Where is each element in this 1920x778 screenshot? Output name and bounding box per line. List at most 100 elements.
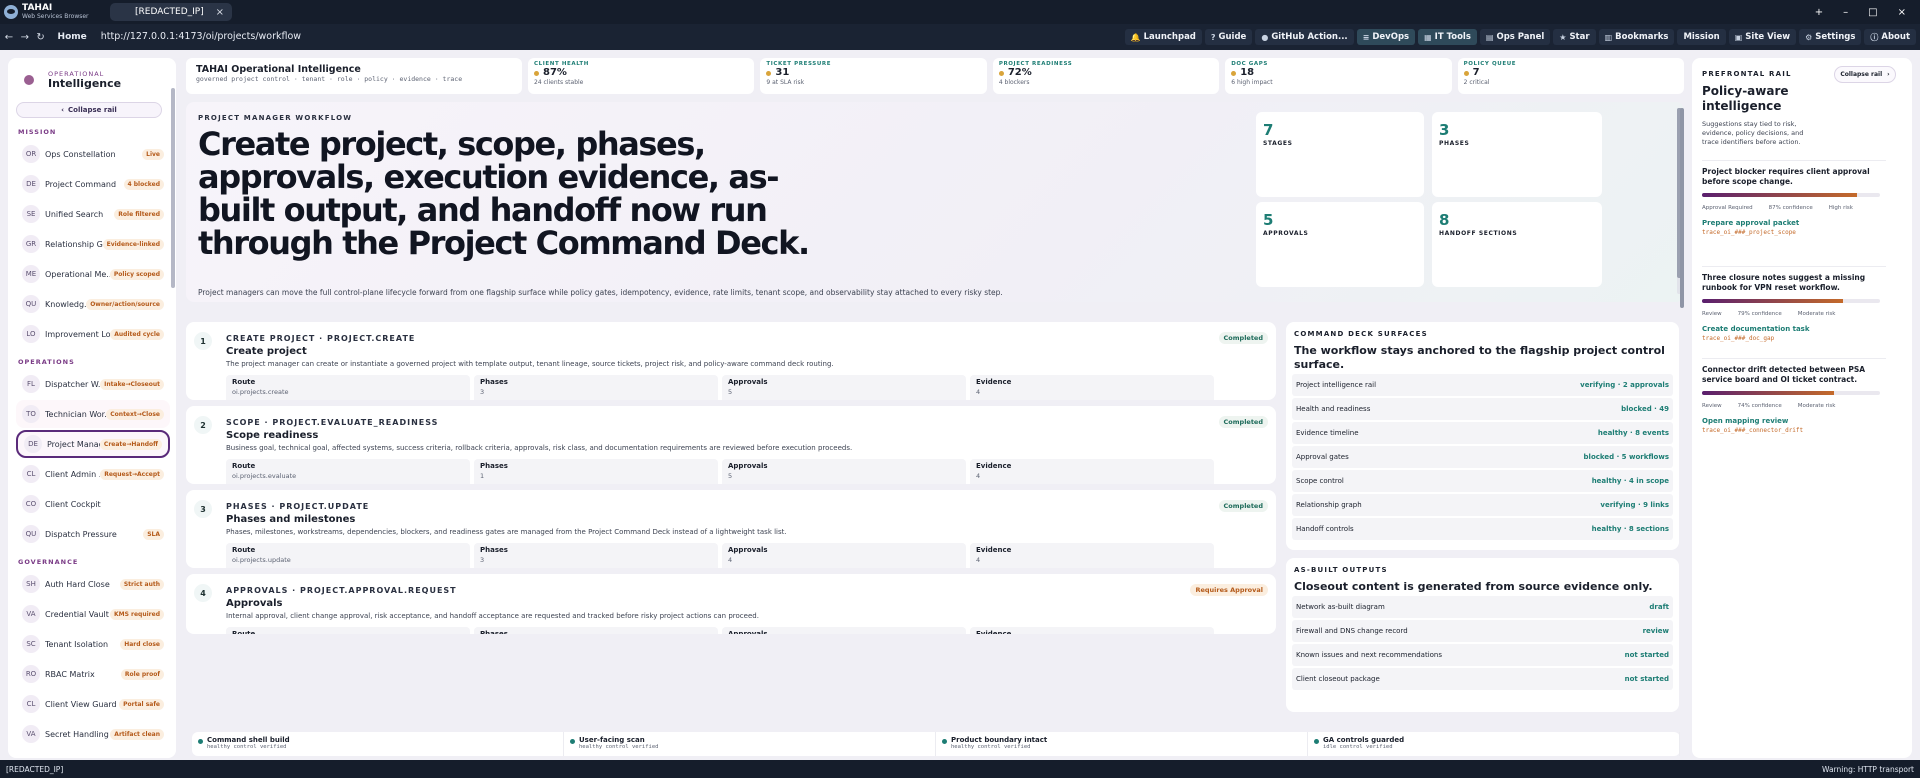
main-scrollbar-thumb[interactable] [1680, 108, 1684, 308]
status-dot [1314, 739, 1319, 744]
forward-icon[interactable]: → [18, 32, 32, 43]
mission-button[interactable]: Mission [1677, 29, 1726, 45]
step-field: Phases 1 [474, 459, 718, 484]
sidebar-item-avatar: SE [22, 205, 40, 223]
sidebar-item-technician-wor[interactable]: TO Technician Wor... Context→Close [16, 400, 170, 428]
sidebar-item-unified-search[interactable]: SE Unified Search Role filtered [16, 200, 170, 228]
sidebar-item-credential-vault[interactable]: VA Credential Vault KMS required [16, 600, 170, 628]
surface-row[interactable]: Evidence timeline healthy · 8 events [1292, 422, 1673, 444]
sidebar-item-dispatcher-w[interactable]: FL Dispatcher W... Intake→Closeout [16, 370, 170, 398]
bell-icon: 🔔 [1130, 32, 1141, 42]
status-badge: Owner/action/source [86, 298, 164, 310]
sidebar-item-operational-me[interactable]: ME Operational Me... Policy scoped [16, 260, 170, 288]
surface-row[interactable]: Approval gates blocked · 5 workflows [1292, 446, 1673, 468]
insight-meta-item: Moderate risk [1797, 403, 1836, 409]
star-button[interactable]: ★ Star [1553, 29, 1596, 45]
sidebar-item-avatar: LO [22, 325, 40, 343]
browser-tab[interactable]: [REDACTED_IP] × [110, 3, 232, 21]
url-input[interactable]: http://127.0.0.1:4173/oi/projects/workfl… [96, 28, 1125, 46]
sidebar-item-relationship-gr[interactable]: GR Relationship Gr...Evidence-linked [16, 230, 170, 258]
status-badge: Live [142, 148, 164, 160]
surface-name: Health and readiness [1296, 405, 1371, 413]
surface-name: Known issues and next recommendations [1296, 651, 1443, 659]
sidebar-item-label: Operational Me... [45, 269, 110, 279]
rail-collapse-button[interactable]: Collapse rail › [1834, 66, 1896, 83]
launchpad-button[interactable]: 🔔 Launchpad [1124, 29, 1202, 45]
sidebar-item-ops-constellation[interactable]: OR Ops Constellation Live [16, 140, 170, 168]
surface-status: verifying · 9 links [1600, 501, 1669, 509]
kpi-value-text: 31 [775, 67, 790, 78]
sidebar-item-avatar: DE [22, 175, 40, 193]
bookmarks-button[interactable]: ▥ Bookmarks [1598, 29, 1675, 45]
surface-name: Relationship graph [1296, 501, 1362, 509]
insight-meta-item: High risk [1828, 205, 1853, 211]
sidebar-item-avatar: VA [22, 605, 40, 623]
site-view-button[interactable]: ▣ Site View [1728, 29, 1797, 45]
sidebar-item-project-command[interactable]: DE Project Command 4 blocked [16, 170, 170, 198]
sidebar-item-tenant-isolation[interactable]: SC Tenant Isolation Hard close [16, 630, 170, 658]
insight-meta-item: 79% confidence [1737, 311, 1782, 317]
surface-row[interactable]: Network as-built diagram draft [1292, 596, 1673, 618]
home-button[interactable]: Home [58, 32, 87, 42]
sidebar-item-label: Client View Guard [45, 699, 117, 709]
surface-row[interactable]: Firewall and DNS change record review [1292, 620, 1673, 642]
minimize-button[interactable]: – [1843, 7, 1848, 18]
insight-action-link[interactable]: Open mapping review [1702, 417, 1886, 425]
settings-button[interactable]: ⚙ Settings [1799, 29, 1862, 45]
field-label: Evidence [976, 546, 1012, 554]
sidebar-scrollbar-thumb[interactable] [171, 88, 175, 288]
sidebar-item-client-view-guard[interactable]: CL Client View Guard Portal safe [16, 690, 170, 718]
reload-icon[interactable]: ↻ [34, 32, 48, 43]
surface-row[interactable]: Scope control healthy · 4 in scope [1292, 470, 1673, 492]
collapse-rail-button[interactable]: ‹ Collapse rail [16, 102, 162, 118]
sidebar-scrollbar[interactable] [170, 58, 176, 758]
footer-control: Command shell build healthy control verif… [192, 732, 564, 756]
workflow-step: 2 SCOPE · PROJECT.EVALUATE_READINESS Scope… [186, 406, 1276, 484]
sidebar-item-rbac-matrix[interactable]: RO RBAC Matrix Role proof [16, 660, 170, 688]
surface-row[interactable]: Health and readiness blocked · 49 [1292, 398, 1673, 420]
status-badge: Strict auth [119, 578, 164, 590]
sidebar-item-knowledg[interactable]: QU Knowledg...Owner/action/source [16, 290, 170, 318]
surface-row[interactable]: Client closeout package not started [1292, 668, 1673, 690]
insight-action-link[interactable]: Prepare approval packet [1702, 219, 1886, 227]
new-tab-button[interactable]: + [1815, 7, 1823, 18]
about-button[interactable]: ⓘ About [1864, 29, 1917, 45]
kpi-detail: 9 at SLA risk [766, 79, 805, 86]
tab-close-icon[interactable]: × [216, 7, 224, 18]
maximize-button[interactable]: □ [1868, 7, 1877, 18]
sidebar-item-secret-handling[interactable]: VA Secret Handling Artifact clean [16, 720, 170, 748]
window-icon: ▣ [1734, 32, 1743, 42]
field-label: Approvals [728, 630, 768, 634]
surface-row[interactable]: Relationship graph verifying · 9 links [1292, 494, 1673, 516]
sidebar-item-client-admin[interactable]: CL Client Admin ...Request→Accept [16, 460, 170, 488]
it-tools-button[interactable]: ▦ IT Tools [1418, 29, 1477, 45]
surface-row[interactable]: Handoff controls healthy · 8 sections [1292, 518, 1673, 540]
main-scrollbar[interactable] [1680, 102, 1684, 742]
field-value: 4 [976, 556, 981, 564]
sidebar-item-project-manag[interactable]: DE Project Manag...Create→Handoff [16, 430, 170, 458]
sidebar-item-auth-hard-close[interactable]: SH Auth Hard Close Strict auth [16, 570, 170, 598]
ops-panel-button[interactable]: ▤ Ops Panel [1479, 29, 1551, 45]
back-icon[interactable]: ← [2, 32, 16, 43]
github-actions-button[interactable]: ● GitHub Action... [1255, 29, 1354, 45]
sidebar-item-avatar: SC [22, 635, 40, 653]
step-field: Approvals [722, 627, 966, 634]
brand: TAHAI Web Services Browser [0, 4, 108, 20]
sidebar-item-avatar: FL [22, 375, 40, 393]
insight-action-link[interactable]: Create documentation task [1702, 325, 1886, 333]
sidebar-section-title: OPERATIONS [18, 358, 75, 366]
bookmark-icon: ▥ [1604, 32, 1613, 42]
sidebar-item-dispatch-pressure[interactable]: QU Dispatch Pressure SLA [16, 520, 170, 548]
devops-button[interactable]: ≡ DevOps [1356, 29, 1416, 45]
guide-button[interactable]: ? Guide [1204, 29, 1253, 45]
insight-title: Project blocker requires client approval… [1702, 167, 1870, 186]
as-built-outputs: AS-BUILT OUTPUTS Closeout content is gen… [1286, 558, 1679, 712]
sidebar-item-label: Dispatcher W... [45, 379, 101, 389]
sidebar-title: Intelligence [48, 77, 122, 90]
surface-row[interactable]: Known issues and next recommendations not… [1292, 644, 1673, 666]
surface-row[interactable]: Project intelligence rail verifying · 2 a… [1292, 374, 1673, 396]
sidebar-item-improvement-lo[interactable]: LO Improvement Lo...Audited cycle [16, 320, 170, 348]
sidebar-item-client-cockpit[interactable]: CO Client Cockpit [16, 490, 170, 518]
close-window-button[interactable]: × [1898, 7, 1906, 18]
step-field: Evidence 4 [970, 459, 1214, 484]
